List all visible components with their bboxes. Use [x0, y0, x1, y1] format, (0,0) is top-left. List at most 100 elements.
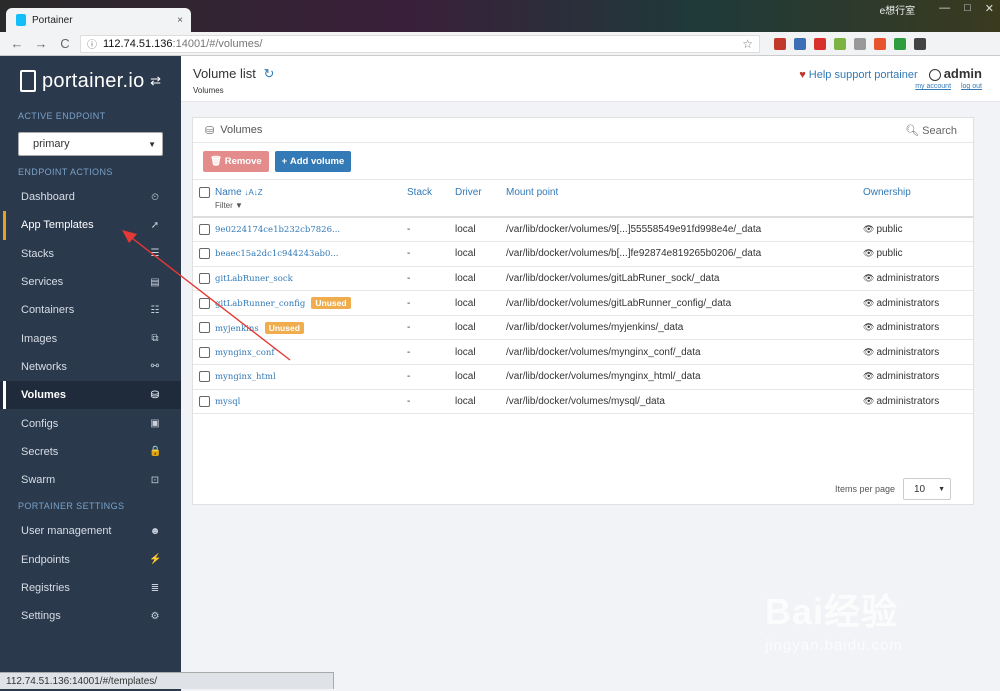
sidebar-item-registries[interactable]: Registries ≣ — [0, 574, 181, 602]
portainer-logo[interactable]: portainer.io ⇄ — [0, 56, 181, 106]
browser-extension-icon[interactable] — [814, 37, 826, 50]
row-checkbox[interactable] — [199, 248, 210, 260]
watermark-small: jingyan.baidu.com — [765, 637, 903, 654]
chevron-down-icon: ▼ — [938, 485, 945, 493]
row-checkbox[interactable] — [199, 223, 210, 235]
mount-point-cell: /var/lib/docker/volumes/gitLabRuner_sock… — [506, 266, 863, 292]
sidebar-item-dashboard[interactable]: Dashboard ⏲ — [0, 183, 181, 211]
row-checkbox[interactable] — [199, 346, 210, 358]
my-account-link[interactable]: my account — [915, 83, 951, 90]
row-checkbox[interactable] — [199, 371, 210, 383]
address-bar-row: ← → C ⓘ 112.74.51.136:14001/#/volumes/ ☆ — [0, 32, 1000, 56]
sidebar-item-label: Registries — [21, 582, 70, 594]
close-window-button[interactable]: ✕ — [985, 2, 994, 17]
col-driver[interactable]: Driver — [455, 180, 506, 218]
sidebar-item-stacks[interactable]: Stacks ☰ — [0, 240, 181, 268]
row-checkbox[interactable] — [199, 395, 210, 407]
sidebar-item-label: Containers — [21, 304, 75, 317]
help-support-link[interactable]: ♥ Help support portainer — [799, 69, 917, 81]
sidebar-item-images[interactable]: Images ⧉ — [0, 324, 181, 352]
reload-button[interactable]: C — [58, 36, 72, 51]
sidebar-item-settings[interactable]: Settings ⚙ — [0, 602, 181, 630]
browser-extension-icon[interactable] — [794, 37, 806, 50]
ownership-value: administrators — [876, 322, 940, 334]
volume-name-link[interactable]: mynginx_conf — [215, 348, 275, 358]
volume-name-link[interactable]: mysql — [215, 397, 240, 407]
tab-close-icon[interactable]: × — [177, 15, 183, 26]
sidebar-item-endpoints[interactable]: Endpoints ⚡ — [0, 546, 181, 574]
sidebar-item-label: Stacks — [21, 247, 55, 260]
volume-name-link[interactable]: mynginx_html — [215, 372, 276, 382]
row-checkbox[interactable] — [199, 297, 210, 309]
sidebar-item-user-management[interactable]: User management ☻ — [0, 517, 181, 545]
volume-name-link[interactable]: gitLabRunner_config — [215, 299, 305, 309]
col-ownership[interactable]: Ownership — [863, 180, 973, 218]
browser-extension-icon[interactable] — [894, 37, 906, 50]
info-icon[interactable]: ⓘ — [87, 36, 97, 51]
eye-slash-icon: 👁︎ — [863, 346, 875, 357]
sidebar-item-configs[interactable]: Configs ▣ — [0, 409, 181, 437]
search-label: Search — [922, 124, 957, 137]
filter-control[interactable]: Filter ▼ — [215, 201, 407, 210]
refresh-icon[interactable]: ↻ — [264, 66, 275, 81]
volume-name-link[interactable]: gitLabRuner_sock — [215, 274, 293, 284]
select-all-checkbox[interactable] — [199, 187, 210, 198]
browser-extension-icon[interactable] — [874, 37, 886, 50]
sidebar-item-networks[interactable]: Networks ⚯ — [0, 353, 181, 381]
row-checkbox[interactable] — [199, 272, 210, 284]
log-out-link[interactable]: log out — [961, 83, 982, 90]
ownership-cell: 👁︎ administrators — [863, 364, 973, 390]
eye-icon: 👁︎ — [863, 224, 875, 235]
row-checkbox[interactable] — [199, 322, 210, 334]
portainer-favicon-icon — [16, 14, 26, 26]
row-select-cell — [193, 315, 211, 341]
search-box[interactable]: 🔍︎ Search — [905, 124, 957, 137]
sidebar-item-swarm[interactable]: Swarm ⊡ — [0, 466, 181, 494]
mount-point-cell: /var/lib/docker/volumes/myjenkins/_data — [506, 315, 863, 341]
baidu-watermark: Bai经验 jingyan.baidu.com — [765, 583, 903, 654]
unused-badge: Unused — [264, 321, 304, 334]
window-user-label: e想行室 — [879, 6, 916, 17]
endpoint-select[interactable]: primary ▼ — [18, 132, 163, 156]
col-mount[interactable]: Mount point — [506, 180, 863, 218]
volumes-table: Name ↓A↓Z Filter ▼ Stack Driver Mount po… — [193, 180, 973, 415]
browser-tab[interactable]: Portainer × — [6, 8, 191, 32]
volume-name-link[interactable]: 9e0224174ce1b232cb7826... — [215, 225, 340, 235]
swap-icon[interactable]: ⇄ — [150, 73, 161, 89]
sidebar-item-secrets[interactable]: Secrets 🔒 — [0, 438, 181, 466]
table-row: mynginx_html - local/var/lib/docker/volume… — [193, 364, 973, 390]
maximize-button[interactable]: □ — [964, 2, 971, 17]
items-per-page-select[interactable]: 10 ▼ — [903, 478, 951, 500]
header-user-area: ♥ Help support portainer admin my accoun… — [799, 66, 982, 90]
eye-icon: 👁︎ — [863, 248, 875, 259]
sidebar-item-app-templates[interactable]: App Templates ➚ — [0, 211, 181, 240]
volume-name-link[interactable]: myjenkins — [215, 324, 259, 334]
browser-extension-icon[interactable] — [854, 37, 866, 50]
filter-label: Filter — [215, 201, 233, 210]
help-support-text: Help support portainer — [808, 69, 918, 81]
ownership-cell: 👁︎ administrators — [863, 389, 973, 415]
bookmark-star-icon[interactable]: ☆ — [742, 37, 753, 51]
col-name-label[interactable]: Name — [215, 187, 242, 198]
forward-button[interactable]: → — [34, 36, 48, 51]
volume-name-link[interactable]: beaec15a2dc1c944243ab0... — [215, 249, 338, 259]
sidebar-item-services[interactable]: Services ▤ — [0, 268, 181, 296]
sort-icon[interactable]: ↓A↓Z — [244, 188, 262, 197]
ownership-value: administrators — [876, 297, 940, 309]
browser-extension-icon[interactable] — [914, 37, 926, 50]
select-all-cell — [193, 180, 211, 218]
sidebar-item-volumes[interactable]: Volumes ⛁ — [0, 381, 181, 410]
browser-extension-icon[interactable] — [774, 37, 786, 50]
url-input[interactable]: ⓘ 112.74.51.136:14001/#/volumes/ ☆ — [80, 34, 760, 53]
page-header: Volume list ↻ Volumes ♥ Help support por… — [181, 56, 1000, 102]
col-stack[interactable]: Stack — [407, 180, 455, 218]
ownership-value: administrators — [876, 272, 940, 284]
back-button[interactable]: ← — [10, 36, 24, 51]
remove-label: Remove — [224, 156, 262, 167]
mount-point-cell: /var/lib/docker/volumes/mysql/_data — [506, 389, 863, 415]
remove-button[interactable]: 🗑︎ Remove — [203, 151, 269, 172]
minimize-button[interactable]: — — [939, 2, 950, 17]
add-volume-button[interactable]: + Add volume — [274, 151, 352, 172]
sidebar-item-containers[interactable]: Containers ☷ — [0, 296, 181, 324]
browser-extension-icon[interactable] — [834, 37, 846, 50]
